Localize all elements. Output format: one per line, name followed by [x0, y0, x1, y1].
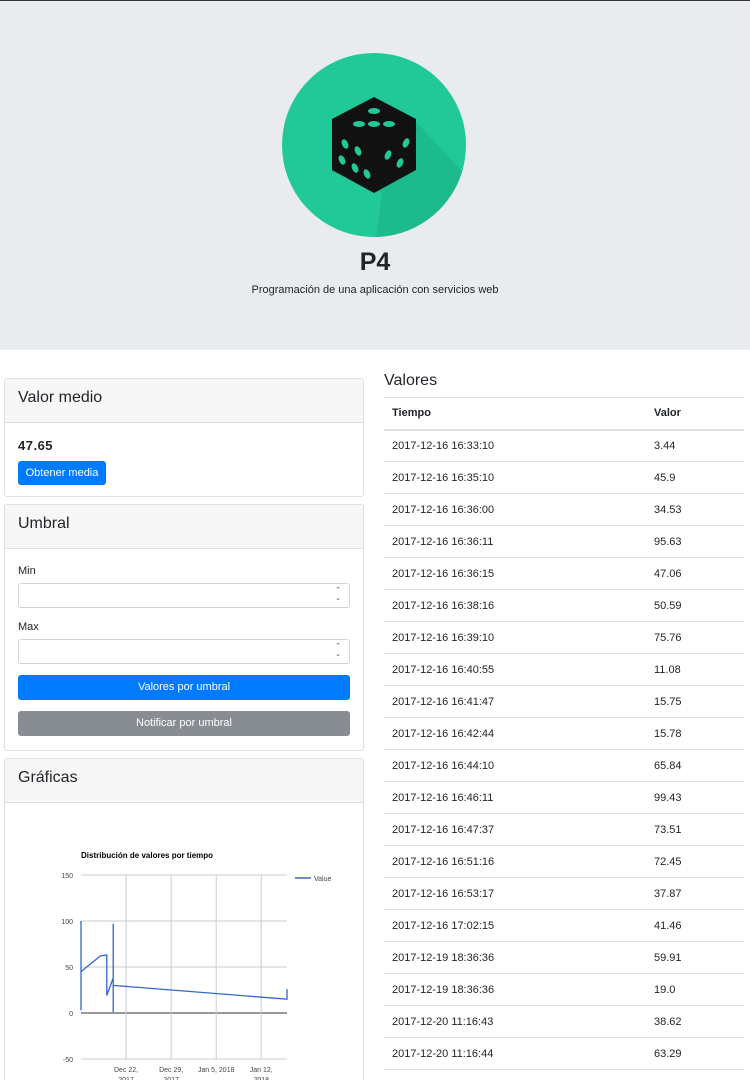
table-row: 2017-12-16 16:51:16 72.45 — [384, 845, 744, 878]
charts-card: Gráficas Distribución de valores por tie… — [4, 758, 364, 1080]
table-cell-time: 2017-12-16 16:42:44 — [384, 717, 646, 750]
average-card: Valor medio 47.65 Obtener media — [4, 378, 364, 497]
table-row: 2017-12-16 16:40:55 11.08 — [384, 653, 744, 686]
table-row: 2017-12-20 11:16:43 38.62 — [384, 1005, 744, 1038]
table-row: 2017-12-20 11:16:44 63.29 — [384, 1037, 744, 1070]
page-subtitle: Programación de una aplicación con servi… — [251, 284, 499, 296]
table-header-row: Tiempo Valor — [384, 397, 744, 431]
table-row: 2017-12-16 16:39:10 75.76 — [384, 621, 744, 654]
table-row: 2017-12-16 16:42:44 15.78 — [384, 717, 744, 750]
x-tick-label: Dec 22, — [114, 1067, 138, 1074]
table-cell-time: 2017-12-16 16:51:16 — [384, 845, 646, 878]
table-cell-time: 2017-12-16 16:39:10 — [384, 621, 646, 654]
table-cell-value: 59.91 — [646, 941, 744, 974]
y-tick-label: 100 — [61, 919, 73, 926]
y-tick-label: 50 — [65, 965, 73, 972]
table-cell-time: 2017-12-16 16:36:15 — [384, 557, 646, 590]
table-cell-value: 11.08 — [646, 653, 744, 686]
table-cell-value: 99.43 — [646, 781, 744, 814]
table-cell-time: 2017-12-16 16:36:11 — [384, 525, 646, 558]
table-cell-value: 37.87 — [646, 877, 744, 910]
table-row: 2017-12-16 16:35:10 45.9 — [384, 461, 744, 494]
min-input[interactable]: ⌃ ⌄ — [18, 583, 350, 608]
y-tick-label: 0 — [69, 1011, 73, 1018]
table-cell-time: 2017-12-16 17:02:15 — [384, 909, 646, 942]
max-label: Max — [18, 621, 39, 633]
table-row: 2017-12-16 16:44:10 65.84 — [384, 749, 744, 782]
table-row: 2017-12-16 16:36:11 95.63 — [384, 525, 744, 558]
table-cell-value: 65.84 — [646, 749, 744, 782]
table-row: 2017-12-16 16:46:11 99.43 — [384, 781, 744, 814]
table-cell-value: 41.46 — [646, 909, 744, 942]
y-tick-label: 150 — [61, 873, 73, 880]
table-cell-time: 2017-12-16 16:35:10 — [384, 461, 646, 494]
table-row: 2017-12-16 16:36:00 34.53 — [384, 493, 744, 526]
x-tick-label: Jan 5, 2018 — [198, 1067, 235, 1074]
x-tick-label: Dec 29, — [159, 1067, 183, 1074]
charts-card-title: Gráficas — [5, 759, 363, 803]
hero-banner: P4 Programación de una aplicación con se… — [0, 1, 750, 350]
page-title: P4 — [359, 248, 391, 276]
legend-label: Value — [314, 876, 331, 883]
table-cell-value: 15.75 — [646, 685, 744, 718]
table-row: 2017-12-16 16:38:16 50.59 — [384, 589, 744, 622]
table-cell-value: 73.51 — [646, 813, 744, 846]
table-row: 2017-12-16 16:41:47 15.75 — [384, 685, 744, 718]
values-table: Tiempo Valor 2017-12-16 16:33:10 3.44 2017… — [384, 397, 744, 1070]
table-cell-value: 95.63 — [646, 525, 744, 558]
column-header-value: Valor — [646, 397, 744, 431]
table-cell-value: 50.59 — [646, 589, 744, 622]
table-cell-time: 2017-12-16 16:44:10 — [384, 749, 646, 782]
column-header-time: Tiempo — [384, 397, 646, 431]
values-by-threshold-button[interactable]: Valores por umbral — [18, 675, 350, 700]
threshold-card: Umbral Min ⌃ ⌄ Max ⌃ ⌄ Valores por umbral … — [4, 504, 364, 751]
max-spinner-icon[interactable]: ⌃ ⌄ — [335, 643, 341, 659]
table-cell-time: 2017-12-16 16:38:16 — [384, 589, 646, 622]
x-tick-label: Jan 12, — [250, 1067, 273, 1074]
average-value: 47.65 — [18, 438, 54, 453]
table-cell-value: 63.29 — [646, 1037, 744, 1070]
table-cell-time: 2017-12-20 11:16:44 — [384, 1037, 646, 1070]
average-card-title: Valor medio — [5, 379, 363, 423]
table-row: 2017-12-16 16:47:37 73.51 — [384, 813, 744, 846]
table-cell-time: 2017-12-16 16:46:11 — [384, 781, 646, 814]
table-row: 2017-12-16 16:33:10 3.44 — [384, 429, 744, 462]
table-cell-time: 2017-12-19 18:36:36 — [384, 941, 646, 974]
table-cell-time: 2017-12-16 16:53:17 — [384, 877, 646, 910]
table-cell-time: 2017-12-16 16:36:00 — [384, 493, 646, 526]
values-chart: Distribución de valores por tiempo 150 10… — [61, 851, 331, 1080]
table-cell-value: 47.06 — [646, 557, 744, 590]
dice-icon — [282, 53, 466, 237]
table-cell-value: 75.76 — [646, 621, 744, 654]
table-cell-value: 38.62 — [646, 1005, 744, 1038]
table-cell-time: 2017-12-20 11:16:43 — [384, 1005, 646, 1038]
table-row: 2017-12-16 16:53:17 37.87 — [384, 877, 744, 910]
get-average-button[interactable]: Obtener media — [18, 461, 106, 485]
table-cell-time: 2017-12-16 16:41:47 — [384, 685, 646, 718]
max-input[interactable]: ⌃ ⌄ — [18, 639, 350, 664]
table-cell-time: 2017-12-19 18:36:36 — [384, 973, 646, 1006]
table-row: 2017-12-19 18:36:36 19.0 — [384, 973, 744, 1006]
threshold-card-title: Umbral — [5, 505, 363, 549]
table-cell-value: 72.45 — [646, 845, 744, 878]
table-row: 2017-12-19 18:36:36 59.91 — [384, 941, 744, 974]
chart-title: Distribución de valores por tiempo — [81, 851, 213, 860]
table-row: 2017-12-16 16:36:15 47.06 — [384, 557, 744, 590]
table-cell-value: 15.78 — [646, 717, 744, 750]
table-cell-value: 34.53 — [646, 493, 744, 526]
table-cell-time: 2017-12-16 16:33:10 — [384, 429, 646, 462]
table-cell-time: 2017-12-16 16:47:37 — [384, 813, 646, 846]
table-cell-value: 3.44 — [646, 429, 744, 462]
table-cell-value: 19.0 — [646, 973, 744, 1006]
table-cell-time: 2017-12-16 16:40:55 — [384, 653, 646, 686]
table-row: 2017-12-16 17:02:15 41.46 — [384, 909, 744, 942]
values-title: Valores — [384, 372, 438, 389]
min-label: Min — [18, 565, 36, 577]
min-spinner-icon[interactable]: ⌃ ⌄ — [335, 587, 341, 603]
y-tick-label: -50 — [63, 1057, 73, 1064]
notify-by-threshold-button[interactable]: Notificar por umbral — [18, 711, 350, 736]
table-cell-value: 45.9 — [646, 461, 744, 494]
